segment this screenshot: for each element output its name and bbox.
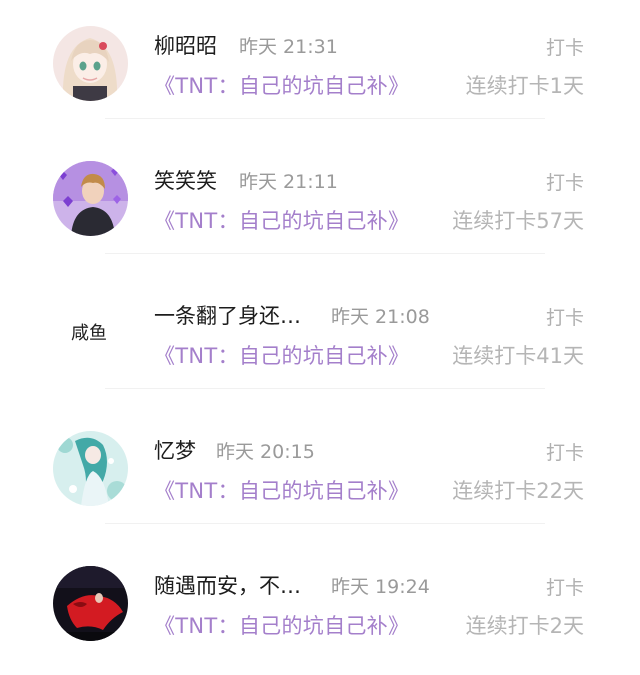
row-divider <box>105 388 545 389</box>
teal-anime-girl-avatar-icon[interactable] <box>53 431 128 506</box>
action-label: 打卡 <box>545 37 584 59</box>
salted-fish-avatar-icon[interactable]: 咸鱼 <box>53 296 128 371</box>
checkin-time: 昨天 21:11 <box>239 170 338 193</box>
boy-purple-hearts-avatar-icon[interactable] <box>53 161 128 236</box>
checkin-row[interactable]: 随遇而安，不… 昨天 19:24 打卡 《TNT：自己的坑自己补》 连续打卡2天 <box>0 540 640 675</box>
checkin-row[interactable]: 咸鱼 一条翻了身还… 昨天 21:08 打卡 《TNT：自己的坑自己补》 连续打… <box>0 270 640 405</box>
row-divider <box>105 253 545 254</box>
checkin-row[interactable]: 笑笑笑 昨天 21:11 打卡 《TNT：自己的坑自己补》 连续打卡57天 <box>0 135 640 270</box>
book-link[interactable]: 《TNT：自己的坑自己补》 <box>154 340 409 370</box>
user-name[interactable]: 忆梦 <box>154 435 196 465</box>
name-time-line: 一条翻了身还… 昨天 21:08 <box>154 300 430 330</box>
streak-count: 连续打卡2天 <box>465 614 584 638</box>
streak-count: 连续打卡57天 <box>452 209 584 233</box>
checkin-time: 昨天 21:08 <box>331 305 430 328</box>
name-time-line: 忆梦 昨天 20:15 <box>154 435 315 465</box>
action-label: 打卡 <box>545 172 584 194</box>
user-name[interactable]: 笑笑笑 <box>154 165 217 195</box>
book-link[interactable]: 《TNT：自己的坑自己补》 <box>154 205 409 235</box>
anime-girl-avatar-icon[interactable] <box>53 26 128 101</box>
book-link[interactable]: 《TNT：自己的坑自己补》 <box>154 610 409 640</box>
checkin-time: 昨天 20:15 <box>216 440 315 463</box>
action-label: 打卡 <box>545 577 584 599</box>
checkin-row[interactable]: 忆梦 昨天 20:15 打卡 《TNT：自己的坑自己补》 连续打卡22天 <box>0 405 640 540</box>
checkin-row[interactable]: 柳昭昭 昨天 21:31 打卡 《TNT：自己的坑自己补》 连续打卡1天 <box>0 0 640 135</box>
streak-count: 连续打卡22天 <box>452 479 584 503</box>
streak-count: 连续打卡1天 <box>465 74 584 98</box>
user-name[interactable]: 随遇而安，不… <box>154 570 301 600</box>
checkin-time: 昨天 21:31 <box>239 35 338 58</box>
action-label: 打卡 <box>545 307 584 329</box>
book-link[interactable]: 《TNT：自己的坑自己补》 <box>154 70 409 100</box>
book-link[interactable]: 《TNT：自己的坑自己补》 <box>154 475 409 505</box>
name-time-line: 柳昭昭 昨天 21:31 <box>154 30 338 60</box>
row-divider <box>105 523 545 524</box>
svg-text:咸鱼: 咸鱼 <box>71 323 107 344</box>
action-label: 打卡 <box>545 442 584 464</box>
user-name[interactable]: 柳昭昭 <box>154 30 217 60</box>
red-dress-dark-avatar-icon[interactable] <box>53 566 128 641</box>
name-time-line: 随遇而安，不… 昨天 19:24 <box>154 570 430 600</box>
row-divider <box>105 118 545 119</box>
user-name[interactable]: 一条翻了身还… <box>154 300 301 330</box>
name-time-line: 笑笑笑 昨天 21:11 <box>154 165 338 195</box>
checkin-list: 柳昭昭 昨天 21:31 打卡 《TNT：自己的坑自己补》 连续打卡1天 笑笑笑 <box>0 0 640 667</box>
streak-count: 连续打卡41天 <box>452 344 584 368</box>
checkin-time: 昨天 19:24 <box>331 575 430 598</box>
